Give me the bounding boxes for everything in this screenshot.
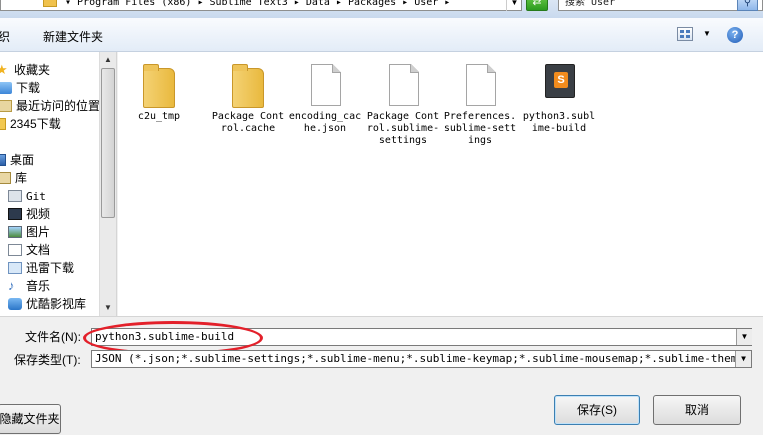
file-name: Package Control.cache xyxy=(211,111,285,134)
address-history-dropdown[interactable]: ▼ xyxy=(506,0,522,11)
refresh-button[interactable]: ⇄ xyxy=(526,0,548,11)
file-name: c2u_tmp xyxy=(137,111,181,122)
document-icon xyxy=(389,64,419,106)
documents-icon xyxy=(8,243,22,256)
filetype-value: JSON (*.json;*.sublime-settings;*.sublim… xyxy=(95,352,752,365)
nav-item-documents[interactable]: 文档 xyxy=(8,241,50,259)
address-bar-row: ▾ Program Files (x86) ▸ Sublime Text3 ▸ … xyxy=(0,0,763,18)
file-name: Preferences.sublime-settings xyxy=(443,111,517,146)
thunder-download-icon xyxy=(8,261,22,274)
file-item-package-control-cache[interactable]: Package Control.cache xyxy=(209,62,287,135)
command-toolbar: 织 新建文件夹 ▼ ? xyxy=(0,18,763,52)
view-dropdown-icon[interactable]: ▼ xyxy=(703,29,711,38)
file-item-python3-build[interactable]: python3.sublime-build xyxy=(520,62,598,135)
desktop-icon xyxy=(0,153,6,166)
music-icon: ♪ xyxy=(8,277,15,293)
nav-item-thunder-downloads[interactable]: 迅雷下载 xyxy=(8,259,74,277)
file-item-encoding-cache[interactable]: encoding_cache.json xyxy=(286,62,364,135)
nav-item-youku[interactable]: 优酷影视库 xyxy=(8,295,86,313)
nav-item-music[interactable]: ♪ 音乐 xyxy=(8,277,50,295)
nav-item-pictures[interactable]: 图片 xyxy=(8,223,50,241)
filetype-dropdown-icon[interactable]: ▼ xyxy=(735,351,751,367)
document-icon xyxy=(466,64,496,106)
folder-icon xyxy=(0,117,6,130)
library-icon xyxy=(0,171,11,184)
address-path: ▾ Program Files (x86) ▸ Sublime Text3 ▸ … xyxy=(65,0,451,8)
document-icon xyxy=(311,64,341,106)
search-icon[interactable]: ⚲ xyxy=(737,0,758,11)
help-icon[interactable]: ? xyxy=(727,27,743,43)
file-item-preferences-settings[interactable]: Preferences.sublime-settings xyxy=(441,62,519,147)
hide-folders-button[interactable]: 隐藏文件夹 xyxy=(0,404,61,434)
file-list: c2u_tmp Package Control.cache encoding_c… xyxy=(118,52,763,316)
filetype-select[interactable]: JSON (*.json;*.sublime-settings;*.sublim… xyxy=(91,350,752,368)
star-icon: ★ xyxy=(0,63,10,76)
file-item-c2u-tmp[interactable]: c2u_tmp xyxy=(120,62,198,123)
download-icon xyxy=(0,81,12,94)
folder-icon xyxy=(143,64,175,108)
filename-dropdown-icon[interactable]: ▼ xyxy=(736,329,752,345)
folder-icon xyxy=(232,64,264,108)
save-button[interactable]: 保存(S) xyxy=(554,395,640,425)
filetype-label: 保存类型(T): xyxy=(14,353,81,367)
search-input[interactable]: 搜索 User xyxy=(558,0,763,11)
file-item-package-control-settings[interactable]: Package Control.sublime-settings xyxy=(364,62,442,147)
filename-label: 文件名(N): xyxy=(25,330,81,344)
organize-button[interactable]: 织 xyxy=(0,28,10,45)
folder-icon xyxy=(43,0,57,7)
scroll-thumb[interactable] xyxy=(101,68,115,218)
scroll-down-icon[interactable]: ▼ xyxy=(100,300,116,316)
save-form: 文件名(N): python3.sublime-build ▼ 保存类型(T):… xyxy=(0,316,763,435)
file-name: python3.sublime-build xyxy=(522,111,596,134)
change-view-icon[interactable] xyxy=(677,27,693,41)
git-icon xyxy=(8,189,22,202)
pictures-icon xyxy=(8,225,22,238)
nav-item-2345-downloads[interactable]: 2345下载 xyxy=(0,115,61,133)
nav-item-videos[interactable]: 视频 xyxy=(8,205,50,223)
nav-item-desktop[interactable]: 桌面 xyxy=(0,151,34,169)
new-folder-button[interactable]: 新建文件夹 xyxy=(43,28,103,45)
nav-item-downloads[interactable]: 下载 xyxy=(0,79,40,97)
file-name: Package Control.sublime-settings xyxy=(366,111,440,146)
sublime-text-icon xyxy=(545,64,575,98)
scroll-up-icon[interactable]: ▲ xyxy=(100,52,116,68)
video-icon xyxy=(8,207,22,220)
filename-input[interactable]: python3.sublime-build xyxy=(91,328,752,346)
nav-item-library[interactable]: 库 xyxy=(0,169,27,187)
nav-scrollbar[interactable]: ▲ ▼ xyxy=(99,52,116,316)
nav-item-git[interactable]: Git xyxy=(8,187,46,205)
youku-icon xyxy=(8,297,22,310)
nav-item-favorites[interactable]: ★收藏夹 xyxy=(0,61,50,79)
nav-item-recent-places[interactable]: 最近访问的位置 xyxy=(0,97,100,115)
cancel-button[interactable]: 取消 xyxy=(653,395,741,425)
file-name: encoding_cache.json xyxy=(288,111,362,134)
recent-places-icon xyxy=(0,99,12,112)
address-bar[interactable]: ▾ Program Files (x86) ▸ Sublime Text3 ▸ … xyxy=(0,0,522,11)
